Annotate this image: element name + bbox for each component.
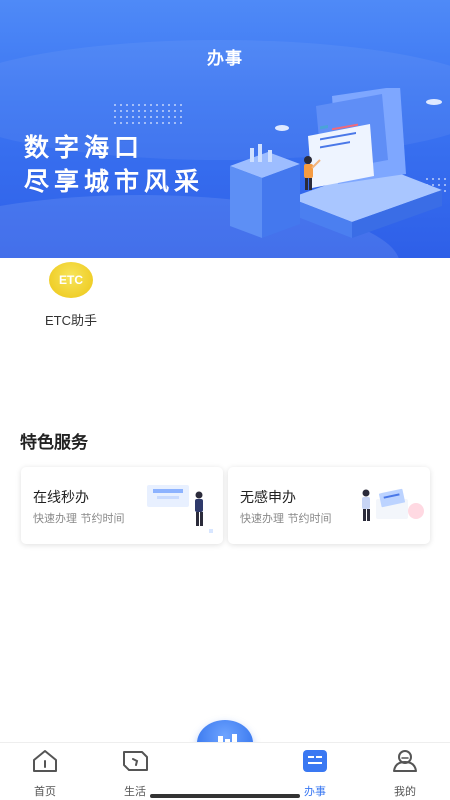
online-instant-service-card[interactable]: 在线秒办 快速办理 节约时间 — [21, 467, 223, 544]
tab-label: 首页 — [34, 785, 56, 798]
seamless-application-illustration — [362, 488, 424, 521]
tab-home[interactable]: 首页 — [15, 749, 75, 799]
featured-section-title: 特色服务 — [20, 433, 88, 453]
banner-slogan-line1: 数字海口 — [24, 133, 145, 162]
card-title: 在线秒办 — [33, 490, 89, 506]
home-icon — [33, 750, 57, 772]
bottom-tab-bar: 首页 生活 办事 我的 — [0, 742, 450, 800]
etc-assistant-label: ETC助手 — [44, 313, 97, 328]
tab-services[interactable]: 办事 — [285, 749, 345, 799]
banner-dot-pattern — [112, 102, 182, 126]
profile-icon — [393, 750, 417, 772]
card-title: 无感申办 — [240, 490, 296, 506]
page-title: 办事 — [207, 49, 243, 69]
card-subtitle: 快速办理 节约时间 — [33, 512, 125, 525]
tab-label: 我的 — [394, 785, 416, 798]
services-icon — [303, 750, 327, 772]
banner[interactable]: 办事 数字海口 尽享城市风采 — [0, 0, 450, 258]
banner-slogan-line2: 尽享城市风采 — [24, 167, 205, 196]
life-icon — [123, 751, 148, 771]
etc-assistant-entry[interactable]: ETC ETC助手 — [36, 262, 106, 329]
seamless-application-card[interactable]: 无感申办 快速办理 节约时间 — [228, 467, 430, 544]
home-indicator[interactable] — [150, 794, 300, 798]
etc-icon: ETC — [49, 262, 93, 298]
tab-life[interactable]: 生活 — [105, 749, 165, 799]
card-subtitle: 快速办理 节约时间 — [240, 512, 332, 525]
tab-profile[interactable]: 我的 — [375, 749, 435, 799]
online-service-illustration — [147, 485, 213, 533]
city-illustration — [230, 88, 442, 238]
